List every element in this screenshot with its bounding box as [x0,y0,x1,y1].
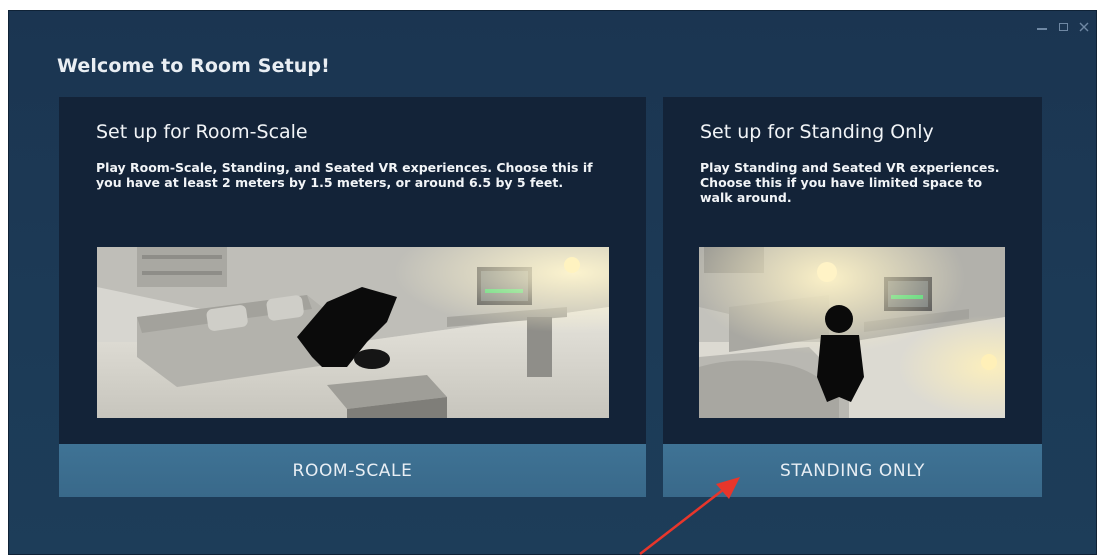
standing-only-illustration [699,247,1005,418]
maximize-icon[interactable] [1057,21,1069,33]
minimize-icon[interactable] [1036,21,1048,33]
room-scale-button[interactable]: ROOM-SCALE [59,444,646,497]
room-scale-heading: Set up for Room-Scale [96,121,308,143]
close-icon[interactable] [1078,21,1090,33]
standing-only-button[interactable]: STANDING ONLY [663,444,1042,497]
room-scale-illustration [97,247,609,418]
window-controls [1036,21,1090,33]
room-scale-description: Play Room-Scale, Standing, and Seated VR… [96,160,593,190]
standing-only-description: Play Standing and Seated VR experiences.… [700,160,1000,205]
standing-only-heading: Set up for Standing Only [700,121,934,143]
page-title: Welcome to Room Setup! [57,55,330,77]
standing-only-option-card: Set up for Standing Only Play Standing a… [663,97,1042,497]
room-scale-option-card: Set up for Room-Scale Play Room-Scale, S… [59,97,646,497]
